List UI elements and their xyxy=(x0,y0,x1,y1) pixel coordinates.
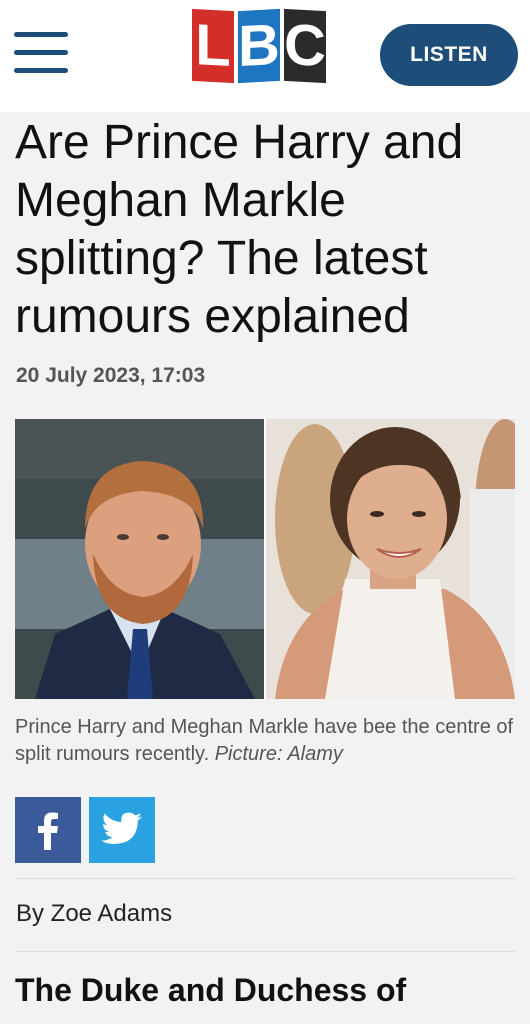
article-lead-heading: The Duke and Duchess of xyxy=(15,972,407,1008)
article-title: Are Prince Harry and Meghan Markle split… xyxy=(15,116,464,343)
photo-caption: Prince Harry and Meghan Markle have bee … xyxy=(15,714,520,768)
facebook-icon xyxy=(38,812,58,850)
hamburger-menu-icon[interactable] xyxy=(14,32,68,76)
lbc-logo[interactable]: L B C xyxy=(192,8,332,90)
twitter-share-button[interactable] xyxy=(89,797,155,863)
article-byline: By Zoe Adams xyxy=(16,900,173,927)
caption-credit: Picture: Alamy xyxy=(214,743,343,765)
article-date: 20 July 2023, 17:03 xyxy=(16,364,206,387)
facebook-share-button[interactable] xyxy=(15,797,81,863)
site-header: L B C LISTEN xyxy=(0,0,530,112)
logo-letter-l: L xyxy=(192,8,234,84)
article-photo xyxy=(15,419,515,699)
twitter-icon xyxy=(101,812,142,844)
divider xyxy=(15,878,515,879)
logo-letter-c: C xyxy=(284,8,326,84)
listen-button[interactable]: LISTEN xyxy=(380,24,518,86)
logo-letter-b: B xyxy=(238,8,280,84)
divider xyxy=(15,951,515,952)
